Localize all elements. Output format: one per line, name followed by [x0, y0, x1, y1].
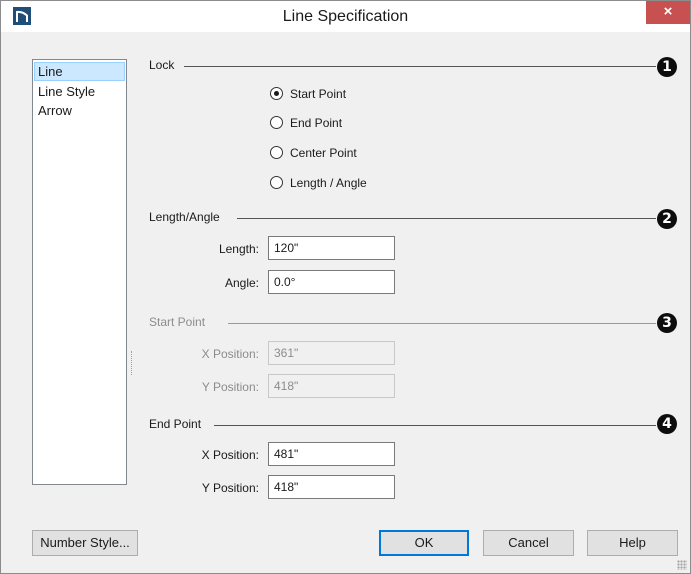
angle-input[interactable]: 0.0°: [268, 270, 395, 294]
panel-splitter[interactable]: [131, 351, 134, 375]
end-x-label: X Position:: [201, 448, 259, 462]
end-x-input[interactable]: 481": [268, 442, 395, 466]
radio-length-angle-button[interactable]: [270, 176, 283, 189]
close-icon: ×: [663, 3, 673, 20]
end-y-input[interactable]: 418": [268, 475, 395, 499]
start-x-label: X Position:: [201, 347, 259, 361]
length-input[interactable]: 120": [268, 236, 395, 260]
category-list: Line Line Style Arrow: [32, 59, 127, 485]
dialog-title: Line Specification: [282, 8, 409, 25]
radio-end-point-label: End Point: [290, 116, 343, 130]
sidebar-item-line[interactable]: Line: [34, 62, 125, 81]
end-point-section-label: End Point: [149, 417, 202, 431]
callout-4: 4: [657, 414, 677, 434]
lock-section-label: Lock: [149, 58, 175, 72]
resize-grip-icon[interactable]: [677, 560, 687, 570]
end-y-label: Y Position:: [201, 481, 259, 495]
close-button[interactable]: ×: [646, 1, 690, 24]
radio-start-point-button[interactable]: [270, 87, 283, 100]
lock-divider: [184, 66, 656, 67]
cancel-button[interactable]: Cancel: [483, 530, 574, 556]
length-label: Length:: [218, 242, 259, 256]
radio-center-point-label: Center Point: [290, 146, 357, 160]
length-angle-divider: [237, 218, 656, 219]
radio-center-point-button[interactable]: [270, 146, 283, 159]
start-point-section-label: Start Point: [149, 315, 206, 329]
start-x-input: 361": [268, 341, 395, 365]
end-point-divider: [214, 425, 656, 426]
start-y-input: 418": [268, 374, 395, 398]
callout-1: 1: [657, 57, 677, 77]
number-style-button[interactable]: Number Style...: [32, 530, 138, 556]
start-point-divider: [228, 323, 656, 324]
help-button[interactable]: Help: [587, 530, 678, 556]
radio-length-angle-label: Length / Angle: [290, 176, 367, 190]
title-bar[interactable]: Line Specification ×: [1, 1, 690, 32]
radio-start-point-label: Start Point: [290, 87, 347, 101]
length-angle-section-label: Length/Angle: [149, 210, 220, 224]
ok-button[interactable]: OK: [379, 530, 469, 556]
dialog-window: Line Specification × Line Line Style Arr…: [0, 0, 691, 574]
angle-label: Angle:: [224, 276, 259, 290]
radio-end-point-button[interactable]: [270, 116, 283, 129]
sidebar-item-arrow[interactable]: Arrow: [35, 101, 124, 120]
start-y-label: Y Position:: [201, 380, 259, 394]
sidebar-item-line-style[interactable]: Line Style: [35, 82, 124, 101]
callout-2: 2: [657, 209, 677, 229]
callout-3: 3: [657, 313, 677, 333]
